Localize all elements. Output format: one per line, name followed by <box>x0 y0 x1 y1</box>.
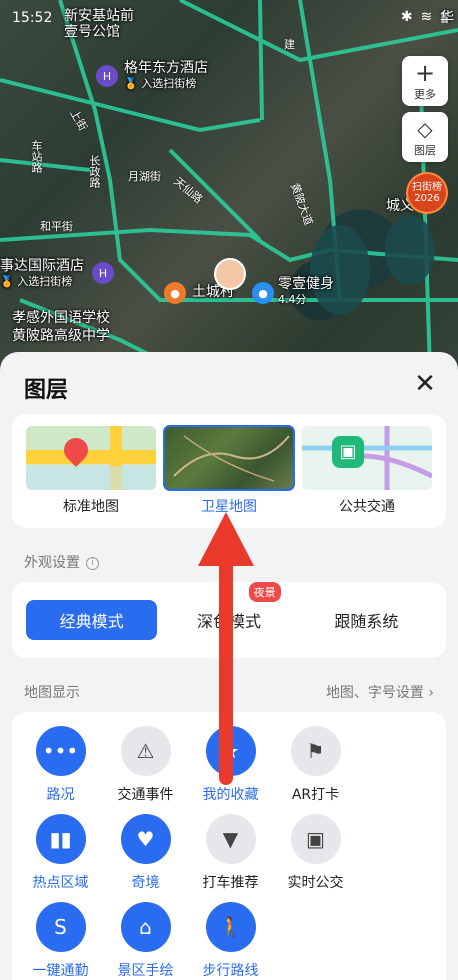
food-icon[interactable]: ● <box>164 282 186 304</box>
close-icon[interactable]: ✕ <box>412 371 438 398</box>
display-toggle-flag[interactable]: ⚑ AR打卡 <box>273 726 358 814</box>
hot-area-icon: ▮▮ <box>35 814 86 864</box>
layers-button[interactable]: ◇ 图层 <box>402 112 448 162</box>
display-toggle-walk[interactable]: 🚶 步行路线 <box>188 902 273 980</box>
appearance-section-title: 外观设置 i <box>0 528 458 582</box>
display-toggle-commute[interactable]: S 一键通勤 <box>18 902 103 980</box>
hotel-icon[interactable]: H <box>92 262 114 284</box>
plus-icon: + <box>414 59 436 87</box>
display-toggle-hot-area[interactable]: ▮▮ 热点区域 <box>18 814 103 902</box>
user-avatar[interactable] <box>214 258 246 290</box>
more-button[interactable]: + 更多 <box>402 56 448 106</box>
bus-icon: ▣ <box>290 814 341 864</box>
display-toggle-label: 热点区域 <box>32 875 89 891</box>
layers-icon: ◇ <box>417 117 433 141</box>
poi-school2[interactable]: 黄陂路高级中学 <box>12 328 110 344</box>
display-toggle-label: 奇境 <box>131 875 160 891</box>
display-toggle-label: 我的收藏 <box>202 787 259 803</box>
display-toggle-bus[interactable]: ▣ 实时公交 <box>273 814 358 902</box>
layer-label: 卫星地图 <box>201 499 257 515</box>
display-toggle-label: 实时公交 <box>287 875 344 891</box>
poi-school1[interactable]: 孝感外国语学校 <box>12 310 110 326</box>
appearance-modes: 经典模式 深色模式 夜景 跟随系统 <box>12 582 446 658</box>
road-label: 月湖街 <box>128 170 161 183</box>
chevron-right-icon: › <box>428 685 434 701</box>
display-toggle-wonderland[interactable]: ♥ 奇境 <box>103 814 188 902</box>
scenic-icon: ⌂ <box>120 902 171 952</box>
road-label: 车站路 <box>30 140 43 173</box>
mode-classic[interactable]: 经典模式 <box>26 600 158 640</box>
favorites-icon: ★ <box>205 726 256 776</box>
walk-icon: 🚶 <box>205 902 256 952</box>
night-tag: 夜景 <box>248 582 281 602</box>
layer-label: 标准地图 <box>63 499 119 515</box>
layer-label: 公共交通 <box>339 499 395 515</box>
layer-type-card: 标准地图 卫星地图 ▣ 公共交通 <box>12 414 446 528</box>
layer-transit[interactable]: ▣ 公共交通 <box>301 426 433 528</box>
info-icon[interactable]: i <box>86 556 99 570</box>
flag-icon: ⚑ <box>290 726 341 776</box>
map-font-settings-link[interactable]: 地图、字号设置 › <box>326 682 434 702</box>
layer-sheet: 图层 ✕ 标准地图 卫星地图 ▣ 公共交通 外观设置 i 经典模式 深色模式 夜… <box>0 352 458 980</box>
sheet-title: 图层 <box>24 378 69 403</box>
road-label: 建 <box>284 38 295 51</box>
traffic-event-icon: ⚠ <box>120 726 171 776</box>
mode-follow-system[interactable]: 跟随系统 <box>301 600 432 640</box>
gym-icon[interactable]: ● <box>252 282 274 304</box>
mode-dark[interactable]: 深色模式 夜景 <box>163 582 294 640</box>
display-toggle-label: 交通事件 <box>117 787 174 803</box>
traffic-icon: ••• <box>35 726 86 776</box>
poi-guoji-hotel[interactable]: 事达国际酒店 🏅 入选扫街榜 <box>0 258 84 290</box>
display-toggle-traffic[interactable]: ••• 路况 <box>18 726 103 814</box>
bus-icon: ▣ <box>332 436 364 468</box>
display-toggle-label: 打车推荐 <box>202 875 259 891</box>
display-toggle-traffic-event[interactable]: ⚠ 交通事件 <box>103 726 188 814</box>
poi-lingyi[interactable]: 零壹健身 4.4分 <box>278 276 334 308</box>
poi-gnf-hotel[interactable]: 格年东方酒店 🏅 入选扫街榜 <box>124 60 208 92</box>
hotel-icon[interactable]: H <box>96 65 118 87</box>
satellite-map-thumbnail <box>163 425 295 491</box>
poi-xinan[interactable]: 新安基站前 壹号公馆 <box>64 8 134 40</box>
display-section-title: 地图显示 地图、字号设置 › <box>0 658 458 712</box>
display-toggle-label: 路况 <box>46 787 75 803</box>
bluetooth-icon: ✱ <box>400 9 413 25</box>
display-toggle-taxi[interactable]: ▼ 打车推荐 <box>188 814 273 902</box>
display-toggle-favorites[interactable]: ★ 我的收藏 <box>188 726 273 814</box>
commute-icon: S <box>35 902 86 952</box>
road-label: 长政路 <box>88 155 101 188</box>
road-label: 和平街 <box>40 220 73 233</box>
street-rank-badge[interactable]: 扫街榜 2026 <box>408 174 446 212</box>
wonderland-icon: ♥ <box>120 814 171 864</box>
display-toggle-label: AR打卡 <box>291 787 340 803</box>
display-toggle-scenic[interactable]: ⌂ 景区手绘 <box>103 902 188 980</box>
standard-map-thumbnail <box>26 426 156 490</box>
display-toggle-label: 景区手绘 <box>117 963 174 979</box>
layer-satellite[interactable]: 卫星地图 <box>163 425 295 528</box>
map-display-card: ••• 路况 ⚠ 交通事件 ★ 我的收藏 ⚑ AR打卡 ▮▮ 热点区域 ♥ 奇境 ▼ 打车推荐 ▣ 实时公交 S… <box>12 712 446 980</box>
poi-carrier: 华 <box>440 10 454 26</box>
display-toggle-label: 步行路线 <box>202 963 259 979</box>
transit-map-thumbnail: ▣ <box>302 426 432 490</box>
map-view[interactable]: 15:52 ✱ ≋ ▮ 新安基站前 壹号公馆 华 H 格年东方酒店 🏅 入选扫街… <box>0 0 458 370</box>
status-time: 15:52 <box>12 10 53 26</box>
display-toggle-label: 一键通勤 <box>32 963 89 979</box>
layer-standard[interactable]: 标准地图 <box>25 426 157 528</box>
wifi-icon: ≋ <box>420 9 433 25</box>
taxi-icon: ▼ <box>205 814 256 864</box>
